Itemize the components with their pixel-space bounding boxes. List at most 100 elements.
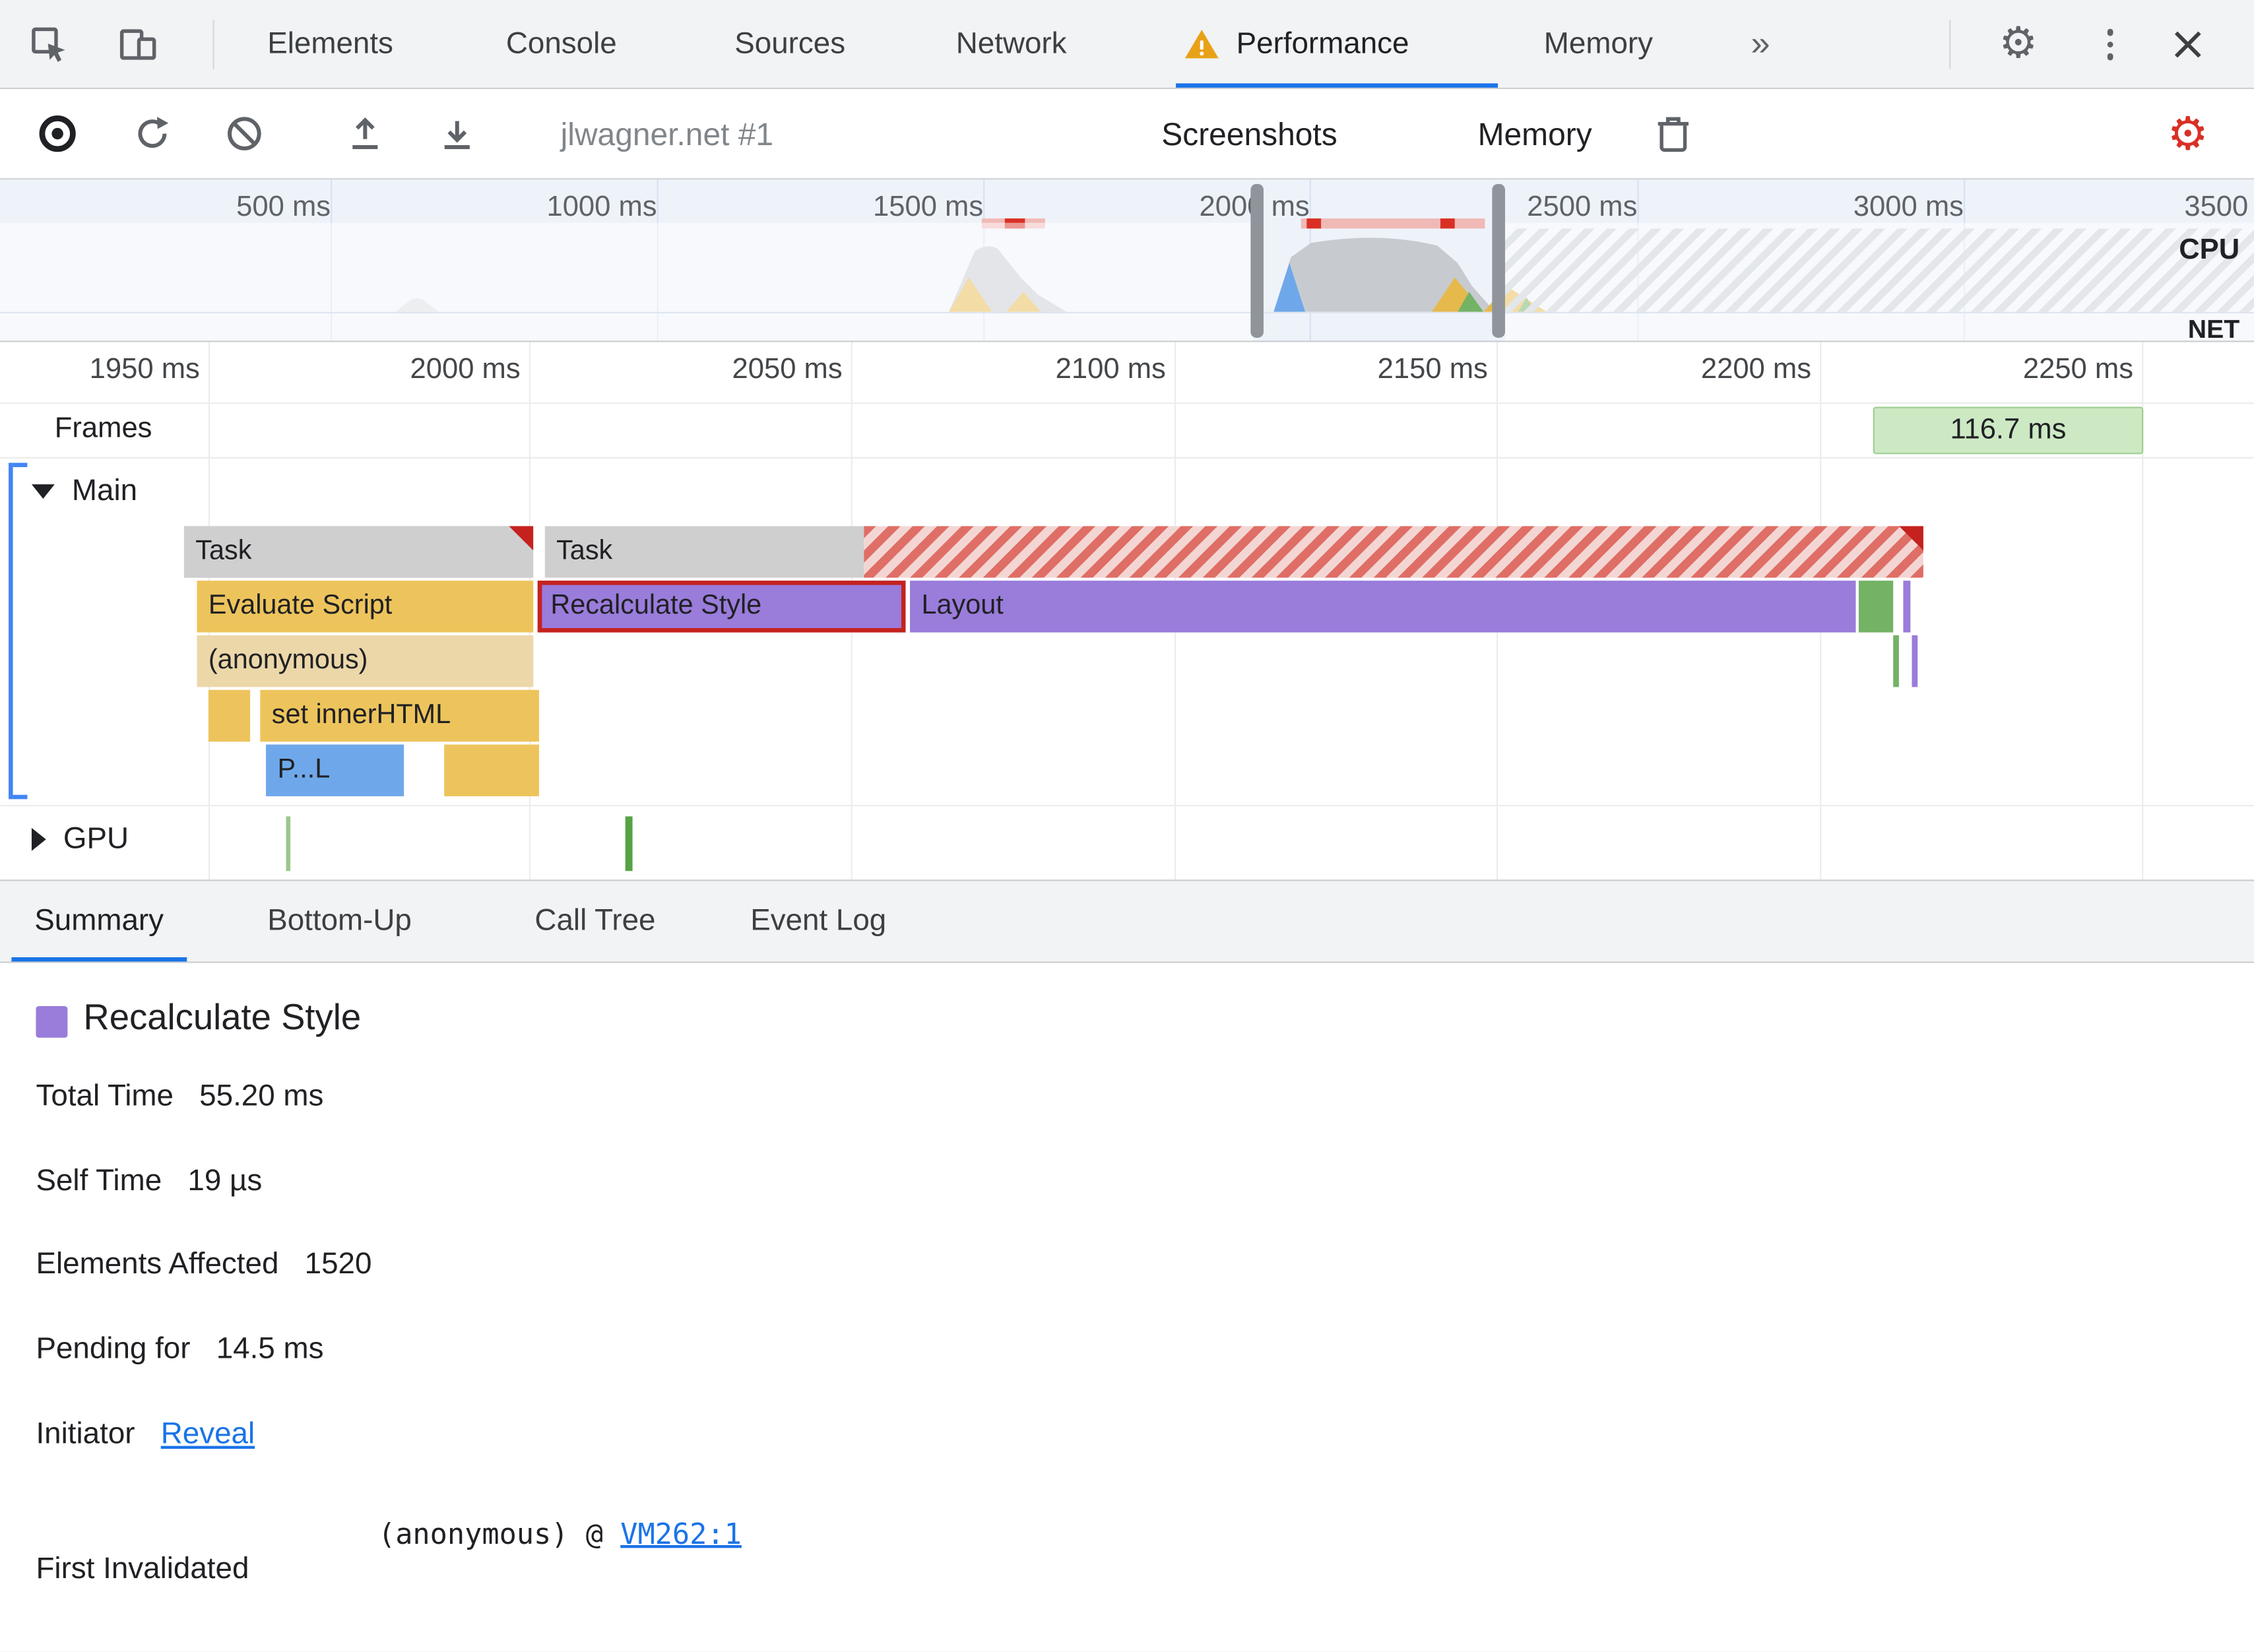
gpu-track-header[interactable]: GPU [31,822,129,856]
details-tab-bar: Summary Bottom-Up Call Tree Event Log [0,879,2254,963]
timeline-tick: 2150 ms [1377,353,1488,385]
tab-performance[interactable]: Performance [1182,0,1409,89]
inspect-element-icon[interactable] [26,22,72,68]
upload-profile-icon[interactable] [339,108,391,159]
flame-event-small[interactable] [1912,635,1918,687]
summary-row-label: Pending for [36,1332,191,1366]
summary-row-label: Total Time [36,1079,174,1113]
tab-label: Bottom-Up [267,904,412,937]
row-divider [0,804,2254,807]
reveal-link[interactable]: Reveal [161,1417,255,1451]
flame-event-evaluate-script[interactable]: Evaluate Script [197,581,534,633]
warning-icon [1182,24,1222,65]
tab-bottom-up[interactable]: Bottom-Up [244,881,434,961]
flame-event-small[interactable] [1893,635,1899,687]
overview-tick: 3500 [2184,191,2249,223]
gpu-activity-mark[interactable] [625,816,633,872]
frame-duration-box[interactable]: 116.7 ms [1873,406,2144,455]
more-tabs-button[interactable]: » [1751,0,1770,89]
summary-row: Elements Affected 1520 [36,1248,371,1282]
tab-label: Call Tree [534,904,656,937]
active-tab-underline [1176,83,1498,88]
trash-icon[interactable] [1648,108,1699,159]
track-label: GPU [63,822,129,856]
event-label: Task [556,536,613,567]
flame-event-anonymous[interactable]: (anonymous) [197,635,534,687]
tab-label: Memory [1543,27,1654,61]
frames-track-label: Frames [54,412,152,445]
flame-event-small[interactable] [444,744,539,796]
main-flame-chart: Task Task Evaluate Script Recalculate St… [0,526,2254,802]
event-label: Recalculate Style [550,590,762,621]
tab-label: Console [505,27,617,61]
event-label: set innerHTML [271,699,451,730]
overview-tick: 2000 ms [1199,191,1310,223]
download-profile-icon[interactable] [432,108,483,159]
tab-label: Elements [267,27,393,61]
event-label: Layout [921,590,1004,621]
kebab-menu-icon[interactable] [2087,22,2133,68]
tab-summary[interactable]: Summary [11,881,187,962]
overview-tick: 2500 ms [1527,191,1638,223]
settings-gear-icon[interactable]: ⚙ [1995,22,2042,68]
toolbar-separator [1949,20,1951,69]
source-location-link[interactable]: VM262:1 [620,1516,742,1550]
performance-toolbar: jlwagner.net #1 Screenshots Memory ⚙ [0,89,2254,247]
net-label: NET [2187,315,2240,342]
overview-dim-right [1504,222,2254,341]
long-task-triangle-icon [509,526,534,551]
summary-pane: Recalculate Style Total Time 55.20 ms Se… [0,963,2254,1652]
tab-memory[interactable]: Memory [1544,0,1653,89]
flame-event-recalculate-style-selected[interactable]: Recalculate Style [537,581,906,633]
summary-row-value: 1520 [304,1247,372,1281]
flame-event-task-long[interactable]: Task [544,526,1923,578]
overview-tick: 3000 ms [1853,191,1964,223]
long-task-marker [1440,218,1455,229]
first-invalidated-label: First Invalidated [36,1552,249,1585]
tab-label: Summary [34,904,164,937]
close-icon[interactable] [2165,22,2211,68]
tab-call-tree[interactable]: Call Tree [512,881,679,961]
capture-settings-gear-icon[interactable]: ⚙ [2162,108,2214,159]
main-track-header[interactable]: Main [31,474,137,509]
screenshots-checkbox-label[interactable]: Screenshots [1161,89,1337,179]
chevron-double-right-icon: » [1751,24,1770,63]
summary-row-value: 55.20 ms [199,1079,324,1113]
flame-event-small[interactable] [1903,581,1911,633]
tab-network[interactable]: Network [956,0,1067,89]
stack-frame-text: (anonymous) @ [377,1516,621,1551]
timeline-tick: 2050 ms [732,353,843,385]
tab-label: Sources [734,27,846,61]
label-text: Memory [1477,115,1592,152]
tab-event-log[interactable]: Event Log [727,881,909,961]
reload-record-button[interactable] [127,108,178,159]
task-gray-segment: Task [544,526,864,578]
summary-row-label: Elements Affected [36,1247,279,1281]
selection-handle-right[interactable] [1492,183,1505,338]
profile-selector-value: jlwagner.net #1 [560,115,774,152]
label-text: Screenshots [1161,115,1337,152]
device-toolbar-icon[interactable] [115,22,161,68]
flame-event-layout[interactable]: Layout [910,581,1856,633]
memory-checkbox-label[interactable]: Memory [1478,89,1592,179]
event-label: Task [195,536,252,567]
record-button[interactable] [32,108,83,159]
clear-recording-button[interactable] [218,108,270,159]
summary-row-value: 14.5 ms [216,1332,324,1366]
flame-event-parse-html[interactable]: P...L [266,744,404,796]
selection-handle-left[interactable] [1250,183,1264,338]
flame-event-small[interactable] [208,689,251,742]
flame-event-set-innerhtml[interactable]: set innerHTML [260,689,539,742]
tab-sources[interactable]: Sources [734,0,845,89]
timeline-overview[interactable]: 500 ms 1000 ms 1500 ms 2000 ms 2500 ms 3… [0,179,2254,342]
overview-tick: 500 ms [236,191,331,223]
tab-console[interactable]: Console [506,0,617,89]
profile-selector[interactable]: jlwagner.net #1 [561,89,773,179]
flame-chart-area[interactable]: 1950 ms 2000 ms 2050 ms 2100 ms 2150 ms … [0,342,2254,880]
tab-elements[interactable]: Elements [267,0,393,89]
flame-event-paint[interactable] [1858,581,1894,633]
gpu-activity-mark[interactable] [286,816,291,872]
disclosure-triangle-icon [31,484,55,499]
summary-row-value: 19 µs [187,1164,263,1197]
flame-event-task[interactable]: Task [183,526,534,578]
